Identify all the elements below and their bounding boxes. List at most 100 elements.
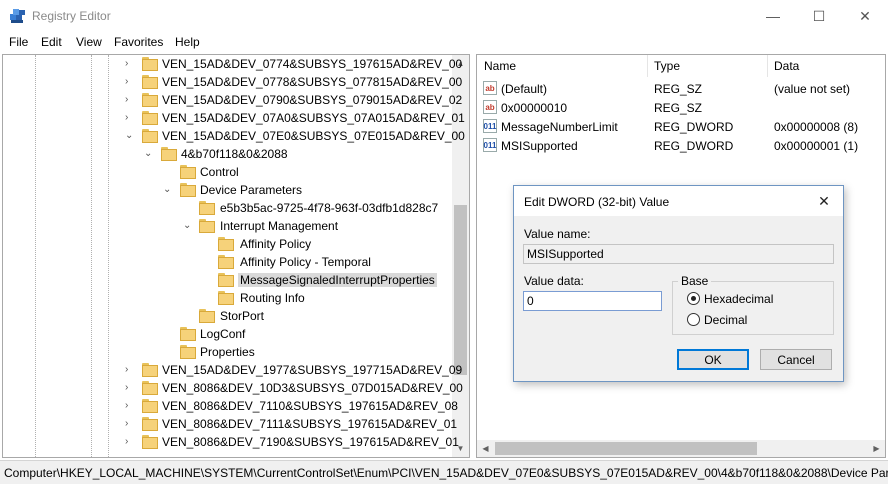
folder-icon bbox=[142, 111, 158, 125]
tree-item[interactable]: › VEN_8086&DEV_7110&SUBSYS_197615AD&REV_0… bbox=[3, 397, 458, 415]
folder-icon bbox=[218, 291, 234, 305]
folder-icon bbox=[180, 327, 196, 341]
tree-item[interactable]: › VEN_8086&DEV_10D3&SUBSYS_07D015AD&REV_0… bbox=[3, 379, 463, 397]
tree-item[interactable]: ⌄ Device Parameters bbox=[3, 181, 455, 199]
tree-item-label: VEN_8086&DEV_7110&SUBSYS_197615AD&REV_08 bbox=[162, 399, 458, 413]
chevron-right-icon[interactable]: › bbox=[125, 58, 135, 70]
menu-favorites[interactable]: Favorites bbox=[114, 35, 163, 49]
chevron-right-icon[interactable]: › bbox=[125, 364, 135, 376]
folder-icon bbox=[218, 237, 234, 251]
scroll-thumb[interactable] bbox=[495, 442, 757, 455]
tree-item-label: VEN_8086&DEV_7190&SUBSYS_197615AD&REV_01 bbox=[162, 435, 459, 449]
column-separator[interactable] bbox=[767, 55, 768, 77]
dialog-close-icon[interactable]: ✕ bbox=[812, 191, 836, 211]
tree-item-label: VEN_15AD&DEV_1977&SUBSYS_197715AD&REV_09 bbox=[162, 363, 463, 377]
status-bar: Computer\HKEY_LOCAL_MACHINE\SYSTEM\Curre… bbox=[0, 460, 888, 484]
value-type: REG_SZ bbox=[654, 82, 703, 96]
edit-dword-dialog: Edit DWORD (32-bit) Value ✕ Value name: … bbox=[513, 185, 844, 382]
value-row[interactable]: 011 MSISupported REG_DWORD 0x00000001 (1… bbox=[477, 136, 885, 155]
tree-item[interactable]: › VEN_15AD&DEV_0774&SUBSYS_197615AD&REV_0… bbox=[3, 55, 462, 73]
tree-item[interactable]: Routing Info bbox=[3, 289, 455, 307]
chevron-down-icon[interactable]: ⌄ bbox=[125, 130, 135, 142]
tree-item[interactable]: Properties bbox=[3, 343, 455, 361]
menu-view[interactable]: View bbox=[76, 35, 102, 49]
menu-edit[interactable]: Edit bbox=[41, 35, 62, 49]
tree-item[interactable]: › VEN_15AD&DEV_0778&SUBSYS_077815AD&REV_0… bbox=[3, 73, 462, 91]
chevron-right-icon[interactable]: › bbox=[125, 94, 135, 106]
menu-file[interactable]: File bbox=[9, 35, 28, 49]
chevron-down-icon[interactable]: ⌄ bbox=[163, 184, 173, 196]
reg-dword-icon: 011 bbox=[483, 119, 497, 133]
value-data-label: Value data: bbox=[524, 274, 584, 288]
column-header-data[interactable]: Data bbox=[774, 55, 799, 77]
value-type: REG_SZ bbox=[654, 101, 703, 115]
radio-hexadecimal[interactable] bbox=[687, 292, 700, 305]
tree-item-label: StorPort bbox=[220, 309, 265, 323]
tree-item-label: LogConf bbox=[200, 327, 246, 341]
chevron-right-icon[interactable]: › bbox=[125, 400, 135, 412]
column-header-type[interactable]: Type bbox=[654, 55, 680, 77]
value-data: 0x00000008 (8) bbox=[774, 120, 859, 134]
chevron-down-icon[interactable]: ⌄ bbox=[144, 148, 154, 160]
tree-item-label: Device Parameters bbox=[200, 183, 303, 197]
tree-item[interactable]: › VEN_15AD&DEV_07A0&SUBSYS_07A015AD&REV_0… bbox=[3, 109, 465, 127]
folder-icon bbox=[199, 201, 215, 215]
value-row[interactable]: ab 0x00000010 REG_SZ bbox=[477, 98, 885, 117]
tree-item[interactable]: e5b3b5ac-9725-4f78-963f-03dfb1d828c7 bbox=[3, 199, 455, 217]
value-row[interactable]: 011 MessageNumberLimit REG_DWORD 0x00000… bbox=[477, 117, 885, 136]
value-data-input[interactable]: 0 bbox=[523, 291, 662, 311]
values-horizontal-scrollbar[interactable]: ◀ ▶ bbox=[477, 440, 885, 457]
tree-item[interactable]: LogConf bbox=[3, 325, 455, 343]
cancel-button[interactable]: Cancel bbox=[760, 349, 832, 370]
chevron-right-icon[interactable]: › bbox=[125, 418, 135, 430]
folder-icon bbox=[142, 57, 158, 71]
menu-help[interactable]: Help bbox=[175, 35, 200, 49]
value-type: REG_DWORD bbox=[654, 139, 734, 153]
value-type: REG_DWORD bbox=[654, 120, 734, 134]
close-button[interactable]: ✕ bbox=[842, 0, 888, 32]
folder-icon bbox=[180, 345, 196, 359]
chevron-right-icon[interactable]: › bbox=[125, 112, 135, 124]
tree-item[interactable]: StorPort bbox=[3, 307, 455, 325]
value-row[interactable]: ab (Default) REG_SZ (value not set) bbox=[477, 79, 885, 98]
tree-item-label: Interrupt Management bbox=[220, 219, 339, 233]
tree-item[interactable]: Affinity Policy - Temporal bbox=[3, 253, 455, 271]
tree-item-label: e5b3b5ac-9725-4f78-963f-03dfb1d828c7 bbox=[220, 201, 439, 215]
hexadecimal-label[interactable]: Hexadecimal bbox=[704, 292, 773, 306]
folder-icon bbox=[142, 381, 158, 395]
dialog-title-bar[interactable]: Edit DWORD (32-bit) Value ✕ bbox=[514, 186, 843, 216]
chevron-down-icon[interactable]: ⌄ bbox=[183, 220, 193, 232]
chevron-right-icon[interactable]: › bbox=[125, 436, 135, 448]
scroll-left-icon[interactable]: ◀ bbox=[477, 440, 494, 457]
chevron-right-icon[interactable]: › bbox=[125, 76, 135, 88]
tree-item[interactable]: Affinity Policy bbox=[3, 235, 455, 253]
chevron-right-icon[interactable]: › bbox=[125, 382, 135, 394]
tree-item[interactable]: › VEN_8086&DEV_7111&SUBSYS_197615AD&REV_0… bbox=[3, 415, 457, 433]
tree-item-label: VEN_15AD&DEV_0774&SUBSYS_197615AD&REV_00 bbox=[162, 57, 463, 71]
folder-icon bbox=[142, 129, 158, 143]
tree-item-label: VEN_8086&DEV_10D3&SUBSYS_07D015AD&REV_00 bbox=[162, 381, 463, 395]
tree-item[interactable]: › VEN_15AD&DEV_1977&SUBSYS_197715AD&REV_0… bbox=[3, 361, 462, 379]
tree-item[interactable]: MessageSignaledInterruptProperties bbox=[3, 271, 455, 289]
base-groupbox bbox=[672, 281, 834, 335]
scroll-right-icon[interactable]: ▶ bbox=[868, 440, 885, 457]
tree-item[interactable]: › VEN_15AD&DEV_0790&SUBSYS_079015AD&REV_0… bbox=[3, 91, 462, 109]
tree-item-label: 4&b70f118&0&2088 bbox=[181, 147, 288, 161]
folder-icon bbox=[142, 399, 158, 413]
maximize-button[interactable]: ☐ bbox=[796, 0, 842, 32]
scroll-thumb[interactable] bbox=[454, 205, 467, 375]
decimal-label[interactable]: Decimal bbox=[704, 313, 747, 327]
registry-tree[interactable]: ▲ ▼ › VEN_15AD&DEV_0774&SUBSYS_197615AD&R… bbox=[2, 54, 470, 458]
tree-item[interactable]: › VEN_8086&DEV_7190&SUBSYS_197615AD&REV_0… bbox=[3, 433, 459, 451]
radio-decimal[interactable] bbox=[687, 313, 700, 326]
ok-button[interactable]: OK bbox=[677, 349, 749, 370]
tree-item[interactable]: Control bbox=[3, 163, 455, 181]
tree-item[interactable]: ⌄ Interrupt Management bbox=[3, 217, 455, 235]
minimize-button[interactable]: — bbox=[750, 0, 796, 32]
value-name: 0x00000010 bbox=[501, 101, 568, 115]
value-name: MessageNumberLimit bbox=[501, 120, 618, 134]
tree-item[interactable]: ⌄ 4&b70f118&0&2088 bbox=[3, 145, 455, 163]
column-separator[interactable] bbox=[647, 55, 648, 77]
column-header-name[interactable]: Name bbox=[484, 55, 516, 77]
tree-item[interactable]: ⌄ VEN_15AD&DEV_07E0&SUBSYS_07E015AD&REV_0… bbox=[3, 127, 465, 145]
